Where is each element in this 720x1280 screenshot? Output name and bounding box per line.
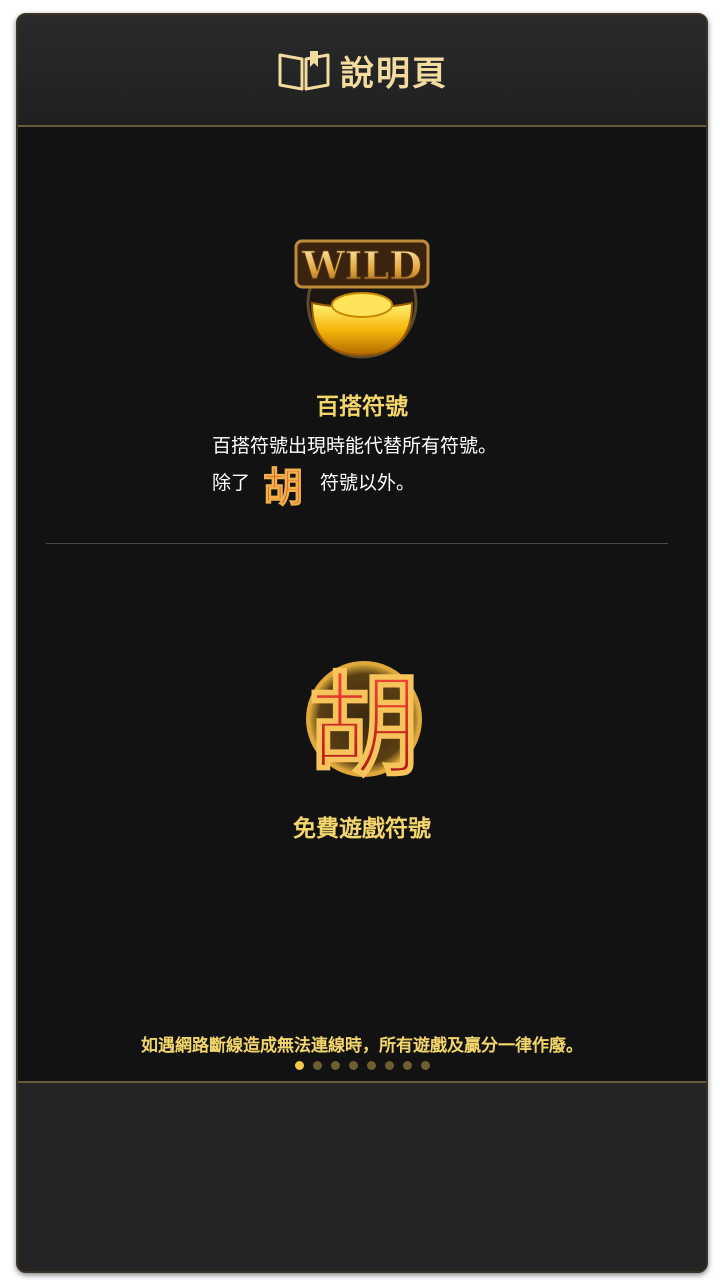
page-dot-7[interactable] [402, 1061, 412, 1070]
page-indicator [18, 1061, 706, 1070]
page-dot-8[interactable] [420, 1061, 430, 1070]
header-bar: 說明頁 [18, 15, 706, 127]
page-dot-4[interactable] [348, 1061, 358, 1070]
page-dot-2[interactable] [312, 1061, 322, 1070]
wild-description-line1: 百搭符號出現時能代替所有符號。 [212, 435, 498, 457]
page-dot-6[interactable] [384, 1061, 394, 1070]
section-divider [46, 543, 668, 544]
content-area: WILD 百搭符號 百搭符號出現時能代替所有符號。 除了 胡 符號以外。 胡 免… [18, 127, 706, 1081]
free-game-symbol-title: 免費遊戲符號 [293, 816, 431, 842]
footer-bar [18, 1081, 706, 1271]
wild-description-line2-prefix: 除了 [212, 472, 251, 494]
wild-icon-label: WILD [301, 243, 422, 288]
hu-symbol-icon: 胡 [306, 660, 422, 787]
wild-symbol-title: 百搭符號 [316, 394, 408, 420]
hu-symbol-small-icon: 胡 [262, 463, 303, 509]
page-dot-1[interactable] [294, 1061, 304, 1070]
book-icon [278, 51, 330, 91]
disconnect-notice: 如遇網路斷線造成無法連線時，所有遊戲及贏分一律作廢。 [141, 1036, 583, 1056]
wild-gold-ingot-icon: WILD [294, 239, 430, 359]
header-title-group: 說明頁 [276, 46, 448, 95]
help-panel: 說明頁 WILD 百搭符號 百搭符號出現時能代替所有符號。 除了 胡 符號以外。… [16, 13, 708, 1273]
hu-small-glyph: 胡 [263, 464, 303, 509]
page-title: 說明頁 [340, 53, 448, 94]
page-dot-3[interactable] [330, 1061, 340, 1070]
wild-description-line2-suffix: 符號以外。 [320, 472, 416, 494]
page-dot-5[interactable] [366, 1061, 376, 1070]
hu-big-glyph: 胡 [308, 661, 420, 787]
